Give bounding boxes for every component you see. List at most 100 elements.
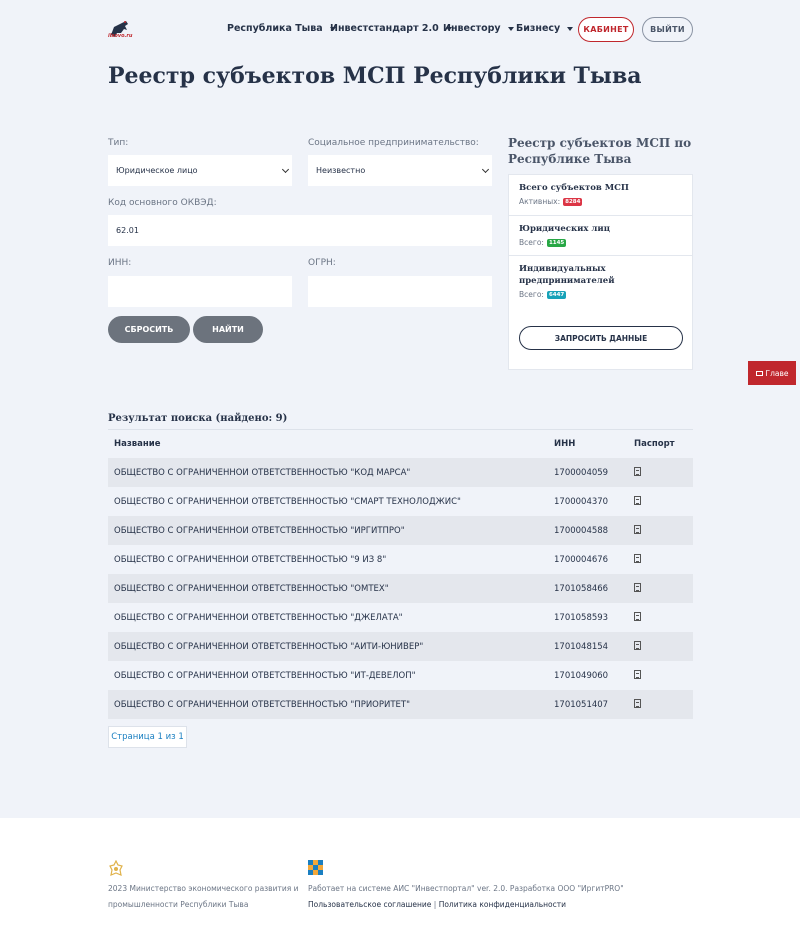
row-name: ОБЩЕСТВО С ОГРАНИЧЕННОЙ ОТВЕТСТВЕННОСТЬЮ… <box>114 583 389 594</box>
table-row[interactable]: ОБЩЕСТВО С ОГРАНИЧЕННОЙ ОТВЕТСТВЕННОСТЬЮ… <box>108 632 693 661</box>
table-row[interactable]: ОБЩЕСТВО С ОГРАНИЧЕННОЙ ОТВЕТСТВЕННОСТЬЮ… <box>108 545 693 574</box>
okved-input[interactable]: 62.01 <box>108 215 492 246</box>
footer: 2023 Министерство экономического развити… <box>0 818 800 931</box>
table-row[interactable]: ОБЩЕСТВО С ОГРАНИЧЕННОЙ ОТВЕТСТВЕННОСТЬЮ… <box>108 661 693 690</box>
total-row: Всего субъектов МСП Активных: 8284 <box>509 175 692 216</box>
legal-title: Юридических лиц <box>519 224 611 234</box>
document-icon[interactable] <box>634 611 641 621</box>
okved-input-value: 62.01 <box>116 226 139 235</box>
footer-separator: | <box>433 900 437 909</box>
legal-count-badge: 1145 <box>546 238 567 247</box>
caret-down-icon <box>507 26 514 31</box>
row-inn: 1701048154 <box>554 641 609 652</box>
ministry-line2: промышленности Республики Тыва <box>108 900 249 909</box>
find-button[interactable]: НАЙТИ <box>193 316 263 343</box>
results-table: Название ИНН Паспорт ОБЩЕСТВО С ОГРАНИЧЕ… <box>108 429 693 719</box>
row-inn: 1701051407 <box>554 699 609 710</box>
row-passport <box>634 611 693 624</box>
ip-title: Индивидуальных предпринимателей <box>519 264 615 286</box>
legal-sub: Всего: 1145 <box>519 238 567 247</box>
row-name: ОБЩЕСТВО С ОГРАНИЧЕННОЙ ОТВЕТСТВЕННОСТЬЮ… <box>114 525 405 536</box>
row-name: ОБЩЕСТВО С ОГРАНИЧЕННОЙ ОТВЕТСТВЕННОСТЬЮ… <box>114 670 416 681</box>
table-row[interactable]: ОБЩЕСТВО С ОГРАНИЧЕННОЙ ОТВЕТСТВЕННОСТЬЮ… <box>108 690 693 719</box>
column-inn: ИНН <box>554 439 576 449</box>
document-icon[interactable] <box>634 669 641 679</box>
column-passport: Паспорт <box>634 439 675 449</box>
row-inn: 1700004676 <box>554 554 609 565</box>
document-icon[interactable] <box>634 495 641 505</box>
row-inn: 1701058593 <box>554 612 609 623</box>
row-inn: 1700004059 <box>554 467 609 478</box>
document-icon[interactable] <box>634 524 641 534</box>
row-passport <box>634 640 693 653</box>
row-inn: 1701058466 <box>554 583 609 594</box>
system-text: Работает на системе АИС "Инвестпортал" v… <box>308 884 624 893</box>
ogrn-input[interactable] <box>308 276 492 307</box>
document-icon[interactable] <box>634 698 641 708</box>
exit-button[interactable]: ВЫЙТИ <box>642 17 693 42</box>
results-title: Результат поиска (найдено: 9) <box>108 413 288 424</box>
row-name: ОБЩЕСТВО С ОГРАНИЧЕННОЙ ОТВЕТСТВЕННОСТЬЮ… <box>114 699 411 710</box>
okved-label: Код основного ОКВЭД: <box>108 198 217 208</box>
emblem-icon <box>109 860 123 876</box>
row-passport <box>634 669 693 682</box>
legal-sub-label: Всего: <box>519 238 544 247</box>
nav-business[interactable]: Бизнесу <box>516 23 574 34</box>
table-row[interactable]: ОБЩЕСТВО С ОГРАНИЧЕННОЙ ОТВЕТСТВЕННОСТЬЮ… <box>108 603 693 632</box>
row-passport <box>634 582 693 595</box>
table-row[interactable]: ОБЩЕСТВО С ОГРАНИЧЕННОЙ ОТВЕТСТВЕННОСТЬЮ… <box>108 458 693 487</box>
row-passport <box>634 524 693 537</box>
request-data-button[interactable]: ЗАПРОСИТЬ ДАННЫЕ <box>519 326 683 350</box>
document-icon[interactable] <box>634 553 641 563</box>
table-row[interactable]: ОБЩЕСТВО С ОГРАНИЧЕННОЙ ОТВЕТСТВЕННОСТЬЮ… <box>108 574 693 603</box>
table-header: Название ИНН Паспорт <box>108 429 693 458</box>
ip-count-badge: 6447 <box>546 290 567 299</box>
investportal-logo-icon <box>308 860 323 875</box>
row-name: ОБЩЕСТВО С ОГРАНИЧЕННОЙ ОТВЕТСТВЕННОСТЬЮ… <box>114 612 403 623</box>
inn-label: ИНН: <box>108 258 132 268</box>
total-sub-label: Активных: <box>519 197 561 206</box>
nav-investstandard[interactable]: Инвестстандарт 2.0 <box>330 23 452 34</box>
document-icon[interactable] <box>634 466 641 476</box>
nav-investor-label: Инвестору <box>443 23 501 34</box>
row-passport <box>634 553 693 566</box>
type-select[interactable]: Юридическое лицо <box>108 155 292 186</box>
row-inn: 1700004370 <box>554 496 609 507</box>
table-row[interactable]: ОБЩЕСТВО С ОГРАНИЧЕННОЙ ОТВЕТСТВЕННОСТЬЮ… <box>108 516 693 545</box>
header: ilsovo.ru Республика Тыва Инвестстандарт… <box>0 0 800 60</box>
nav-business-label: Бизнесу <box>516 23 561 34</box>
ip-row: Индивидуальных предпринимателей Всего: 6… <box>509 256 692 316</box>
row-name: ОБЩЕСТВО С ОГРАНИЧЕННОЙ ОТВЕТСТВЕННОСТЬЮ… <box>114 496 461 507</box>
caret-down-icon <box>567 26 574 31</box>
row-inn: 1701049060 <box>554 670 609 681</box>
nav-republic-label: Республика Тыва <box>227 23 323 34</box>
pagination[interactable]: Страница 1 из 1 <box>108 726 187 748</box>
document-icon[interactable] <box>634 582 641 592</box>
chevron-down-icon <box>481 165 490 174</box>
ministry-line1: 2023 Министерство экономического развити… <box>108 884 299 893</box>
feedback-button[interactable]: Главе <box>748 361 796 385</box>
privacy-link[interactable]: Политика конфиденциальности <box>439 900 566 909</box>
reset-button[interactable]: СБРОСИТЬ <box>108 316 190 343</box>
row-name: ОБЩЕСТВО С ОГРАНИЧЕННОЙ ОТВЕТСТВЕННОСТЬЮ… <box>114 554 387 565</box>
inn-input[interactable] <box>108 276 292 307</box>
envelope-icon <box>755 370 763 376</box>
row-passport <box>634 698 693 711</box>
chevron-down-icon <box>281 165 290 174</box>
footer-links: Пользовательское соглашение | Политика к… <box>308 900 566 909</box>
column-name: Название <box>114 439 161 449</box>
nav-investstandard-label: Инвестстандарт 2.0 <box>330 23 439 34</box>
feedback-label: Главе <box>765 368 789 378</box>
ip-sub-label: Всего: <box>519 290 544 299</box>
total-title: Всего субъектов МСП <box>519 183 629 193</box>
cabinet-button[interactable]: КАБИНЕТ <box>578 17 634 42</box>
nav-republic[interactable]: Республика Тыва <box>227 23 336 34</box>
social-label: Социальное предпринимательство: <box>308 138 479 148</box>
nav-investor[interactable]: Инвестору <box>443 23 514 34</box>
table-row[interactable]: ОБЩЕСТВО С ОГРАНИЧЕННОЙ ОТВЕТСТВЕННОСТЬЮ… <box>108 487 693 516</box>
document-icon[interactable] <box>634 640 641 650</box>
social-select[interactable]: Неизвестно <box>308 155 492 186</box>
type-label: Тип: <box>108 138 129 148</box>
row-passport <box>634 495 693 508</box>
agreement-link[interactable]: Пользовательское соглашение <box>308 900 431 909</box>
